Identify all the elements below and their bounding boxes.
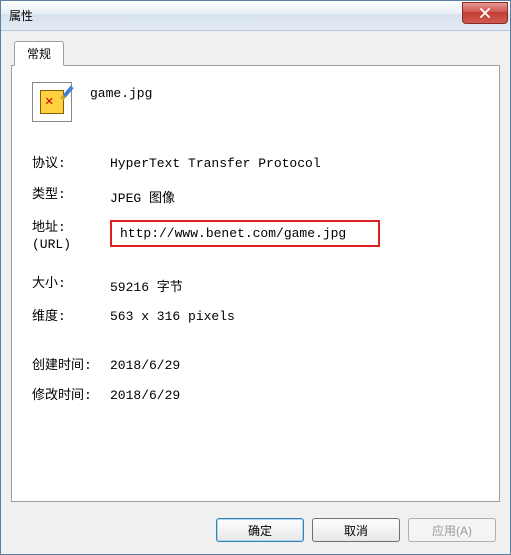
properties-dialog: 属性 常规 game.jpg 协议: HyperText Transfer Pr… [0,0,511,555]
cancel-button[interactable]: 取消 [312,518,400,542]
close-icon [479,8,491,18]
value-url-wrap: http://www.benet.com/game.jpg [110,220,479,247]
file-icon [32,82,72,122]
apply-button: 应用(A) [408,518,496,542]
label-size: 大小: [32,276,110,293]
label-url: 地址: (URL) [32,220,110,254]
ok-label: 确定 [248,522,272,539]
value-created: 2018/6/29 [110,358,479,373]
button-row: 确定 取消 应用(A) [1,508,510,554]
tab-panel: game.jpg 协议: HyperText Transfer Protocol… [11,65,500,502]
apply-label: 应用(A) [432,522,472,539]
label-url-line1: 地址: [32,220,110,237]
label-url-line2: (URL) [32,237,110,254]
label-modified: 修改时间: [32,388,110,405]
value-url: http://www.benet.com/game.jpg [120,226,346,241]
row-url: 地址: (URL) http://www.benet.com/game.jpg [32,220,479,254]
label-created: 创建时间: [32,358,110,375]
value-dimensions: 563 x 316 pixels [110,309,479,324]
row-created: 创建时间: 2018/6/29 [32,358,479,375]
ok-button[interactable]: 确定 [216,518,304,542]
titlebar: 属性 [1,1,510,31]
url-highlight-box: http://www.benet.com/game.jpg [110,220,380,247]
label-protocol: 协议: [32,156,110,173]
tab-strip: 常规 [11,41,500,65]
tab-general[interactable]: 常规 [14,41,64,66]
pencil-icon [60,86,73,101]
value-modified: 2018/6/29 [110,388,479,403]
value-protocol: HyperText Transfer Protocol [110,156,479,171]
label-dimensions: 维度: [32,309,110,326]
value-type: JPEG 图像 [110,187,479,206]
cancel-label: 取消 [344,522,368,539]
file-header: game.jpg [32,82,479,122]
row-type: 类型: JPEG 图像 [32,187,479,206]
label-type: 类型: [32,187,110,204]
window-title: 属性 [9,7,33,24]
row-protocol: 协议: HyperText Transfer Protocol [32,156,479,173]
row-modified: 修改时间: 2018/6/29 [32,388,479,405]
value-size: 59216 字节 [110,276,479,295]
row-size: 大小: 59216 字节 [32,276,479,295]
file-name: game.jpg [90,86,152,101]
close-button[interactable] [462,2,508,24]
tab-label: 常规 [27,45,51,62]
row-dimensions: 维度: 563 x 316 pixels [32,309,479,326]
content-area: 常规 game.jpg 协议: HyperText Transfer Proto… [1,31,510,508]
